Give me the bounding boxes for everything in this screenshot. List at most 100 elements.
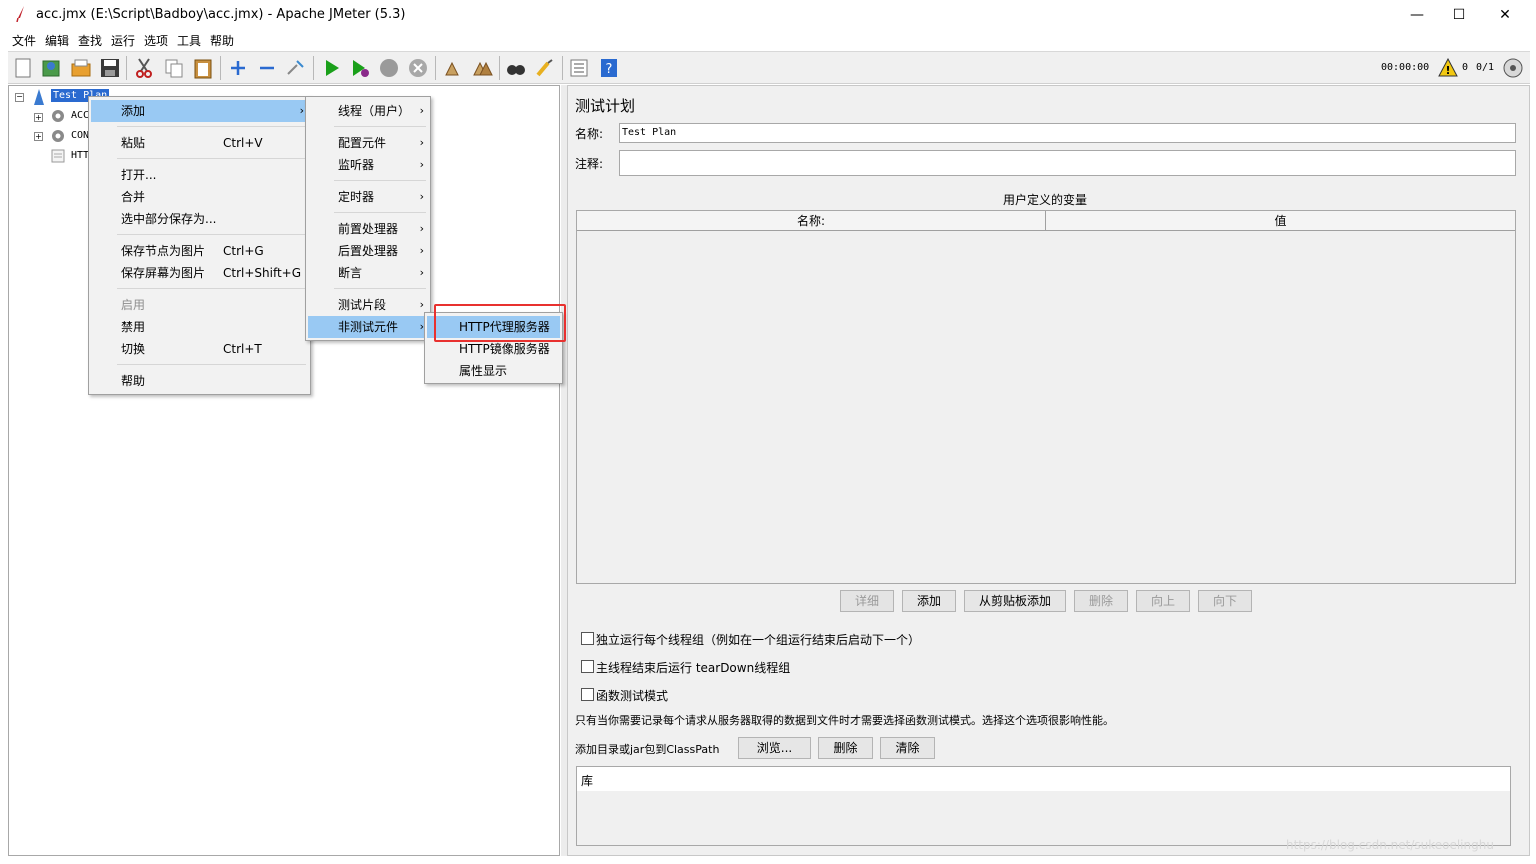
copy-icon[interactable] — [163, 57, 185, 79]
menu-item-save-screen-image[interactable]: 保存屏幕为图片 Ctrl+Shift+G — [91, 262, 308, 284]
classpath-clear-button[interactable]: 清除 — [880, 737, 935, 759]
submenu-item-property-display[interactable]: 属性显示 — [427, 360, 560, 382]
config-gear-icon — [52, 110, 64, 122]
chevron-right-icon: › — [419, 136, 424, 149]
new-icon[interactable] — [12, 57, 34, 79]
submenu-item-assertion[interactable]: 断言 › — [308, 262, 428, 284]
add-submenu: 线程（用户） › 配置元件 › 监听器 › 定时器 › 前置处理器 › 后置处理器 › 断言… — [305, 96, 431, 341]
menu-item-save-node-image[interactable]: 保存节点为图片 Ctrl+G — [91, 240, 308, 262]
start-icon[interactable] — [321, 57, 343, 79]
submenu-item-threads[interactable]: 线程（用户） › — [308, 100, 428, 122]
submenu-item-config-element[interactable]: 配置元件 › — [308, 132, 428, 154]
menu-item-merge[interactable]: 合并 — [91, 186, 308, 208]
paste-icon[interactable] — [192, 57, 214, 79]
menu-options[interactable]: 选项 — [144, 32, 168, 49]
submenu-item-non-test-elements[interactable]: 非测试元件 › — [308, 316, 428, 338]
warning-icon[interactable]: ! — [1438, 58, 1458, 78]
stop-icon[interactable] — [378, 57, 400, 79]
submenu-item-listener[interactable]: 监听器 › — [308, 154, 428, 176]
open-icon[interactable] — [70, 57, 92, 79]
start-no-pause-icon[interactable] — [349, 57, 371, 79]
move-down-button[interactable]: 向下 — [1198, 590, 1252, 612]
submenu-item-post-processor[interactable]: 后置处理器 › — [308, 240, 428, 262]
chevron-right-icon: › — [419, 190, 424, 203]
chevron-right-icon: › — [419, 222, 424, 235]
menu-item-enable[interactable]: 启用 — [91, 294, 308, 316]
tree-expand-toggle[interactable]: + — [34, 132, 43, 141]
minimize-button[interactable]: — — [1394, 0, 1440, 30]
tree-node-http[interactable]: HTT — [71, 150, 89, 161]
name-label: 名称: — [575, 127, 604, 141]
highlight-box — [434, 304, 566, 342]
close-button[interactable]: ✕ — [1482, 0, 1528, 30]
classpath-library-table: 库 — [576, 766, 1511, 846]
teardown-checkbox[interactable] — [581, 660, 594, 673]
chevron-right-icon: › — [419, 158, 424, 171]
reset-search-icon[interactable] — [534, 57, 556, 79]
elapsed-timer: 00:00:00 — [1381, 62, 1430, 73]
context-menu: 添加 › 粘贴 Ctrl+V 打开... 合并 选中部分保存为... 保存节点为图片… — [88, 96, 311, 395]
tree-node-con[interactable]: CON — [71, 130, 89, 141]
menu-edit[interactable]: 编辑 — [45, 32, 69, 49]
help-icon[interactable]: ? — [598, 57, 620, 79]
shutdown-icon[interactable] — [407, 57, 429, 79]
name-field[interactable]: Test Plan — [619, 123, 1516, 143]
teardown-label: 主线程结束后运行 tearDown线程组 — [596, 661, 791, 675]
serialize-threadgroups-checkbox[interactable] — [581, 632, 594, 645]
serialize-threadgroups-label: 独立运行每个线程组（例如在一个组运行结束后启动下一个） — [596, 633, 921, 647]
clear-icon[interactable] — [442, 57, 464, 79]
submenu-item-pre-processor[interactable]: 前置处理器 › — [308, 218, 428, 240]
svg-text:?: ? — [606, 62, 613, 77]
svg-text:!: ! — [1445, 64, 1450, 77]
add-from-clipboard-button[interactable]: 从剪贴板添加 — [964, 590, 1066, 612]
menu-item-open[interactable]: 打开... — [91, 164, 308, 186]
column-header-value[interactable]: 值 — [1046, 211, 1515, 231]
save-icon[interactable] — [99, 57, 121, 79]
active-threads: 0/1 — [1476, 62, 1495, 73]
submenu-item-test-fragment[interactable]: 测试片段 › — [308, 294, 428, 316]
functional-mode-checkbox[interactable] — [581, 688, 594, 701]
tree-expand-toggle[interactable]: + — [34, 113, 43, 122]
browse-button[interactable]: 浏览... — [738, 737, 811, 759]
comment-field[interactable] — [619, 150, 1516, 176]
toggle-icon[interactable] — [285, 57, 307, 79]
remote-engine-icon[interactable] — [1502, 57, 1524, 79]
functional-mode-note: 只有当你需要记录每个请求从服务器取得的数据到文件时才需要选择函数测试模式。选择这… — [575, 714, 1114, 727]
menu-item-disable[interactable]: 禁用 — [91, 316, 308, 338]
menu-run[interactable]: 运行 — [111, 32, 135, 49]
classpath-delete-button[interactable]: 删除 — [818, 737, 873, 759]
watermark: https://blog.csdn.net/sukeoelinghu — [1286, 838, 1494, 852]
menu-item-save-selection[interactable]: 选中部分保存为... — [91, 208, 308, 230]
functional-mode-label: 函数测试模式 — [596, 689, 669, 703]
menu-item-toggle[interactable]: 切换 Ctrl+T — [91, 338, 308, 360]
user-vars-table: 名称: 值 — [576, 210, 1516, 584]
classpath-label: 添加目录或jar包到ClassPath — [575, 743, 720, 756]
templates-icon[interactable] — [40, 57, 62, 79]
menu-search[interactable]: 查找 — [78, 32, 102, 49]
test-plan-icon — [34, 89, 44, 105]
maximize-button[interactable]: ☐ — [1436, 0, 1482, 30]
expand-icon[interactable] — [227, 57, 249, 79]
clear-all-icon[interactable] — [471, 57, 493, 79]
add-button[interactable]: 添加 — [902, 590, 956, 612]
menu-help[interactable]: 帮助 — [210, 32, 234, 49]
menu-tools[interactable]: 工具 — [177, 32, 201, 49]
function-helper-icon[interactable] — [568, 57, 590, 79]
collapse-icon[interactable] — [256, 57, 278, 79]
move-up-button[interactable]: 向上 — [1136, 590, 1190, 612]
column-header-name[interactable]: 名称: — [577, 211, 1046, 231]
http-element-icon — [51, 149, 65, 163]
menu-file[interactable]: 文件 — [12, 32, 36, 49]
submenu-item-timer[interactable]: 定时器 › — [308, 186, 428, 208]
tree-collapse-toggle[interactable]: − — [15, 93, 24, 102]
menu-item-paste[interactable]: 粘贴 Ctrl+V — [91, 132, 308, 154]
search-icon[interactable] — [505, 57, 527, 79]
tree-node-acc[interactable]: ACC — [71, 110, 89, 121]
delete-button[interactable]: 删除 — [1074, 590, 1128, 612]
title-bar: acc.jmx (E:\Script\Badboy\acc.jmx) - Apa… — [0, 0, 1536, 30]
detail-button[interactable]: 详细 — [840, 590, 894, 612]
cut-icon[interactable] — [133, 57, 155, 79]
menu-item-add[interactable]: 添加 › — [91, 100, 308, 122]
library-header: 库 — [577, 767, 1510, 791]
menu-item-help[interactable]: 帮助 — [91, 370, 308, 392]
